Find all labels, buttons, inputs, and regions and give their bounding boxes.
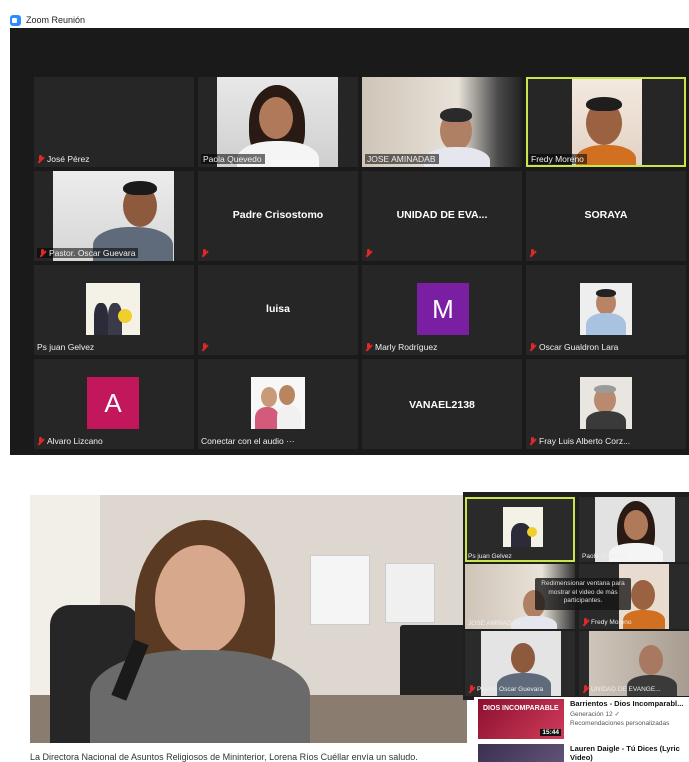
participant-display-name: Padre Crisostomo xyxy=(232,209,324,221)
video-caption: La Directora Nacional de Asuntos Religio… xyxy=(30,752,418,762)
participant-tile[interactable]: VANAEL2138 xyxy=(362,359,522,449)
participant-tile[interactable]: Padre Crisostomo xyxy=(198,171,358,261)
video-duration: 15:44 xyxy=(540,729,561,736)
muted-mic-icon xyxy=(201,249,208,258)
participant-tile[interactable]: José Pérez xyxy=(34,77,194,167)
video-thumbnail[interactable] xyxy=(478,744,564,762)
zoom-camera-icon xyxy=(10,14,21,26)
recommendation-reason: Recomendaciones personalizadas xyxy=(570,720,670,727)
participant-name xyxy=(529,249,536,258)
muted-mic-icon xyxy=(39,248,46,258)
recommendation-item[interactable]: DIOS INCOMPARABLE 15:44 Barrientos - Dio… xyxy=(474,697,689,739)
participant-display-name: luisa xyxy=(266,303,290,315)
zoom-gallery-view: José Pérez Paola Quevedo JOSE AMINADAB F… xyxy=(10,28,689,455)
muted-mic-icon xyxy=(365,249,372,258)
participant-tile[interactable]: Ps juan Gelvez xyxy=(34,265,194,355)
muted-mic-icon xyxy=(37,154,44,164)
participant-tile[interactable]: Paola Quevedo xyxy=(198,77,358,167)
participant-tile[interactable]: A Alvaro Lizcano xyxy=(34,359,194,449)
video-title[interactable]: Barrientos - Dios Incomparabl... xyxy=(570,699,688,708)
participant-name: Paola Quevedo xyxy=(201,154,265,164)
participant-tile[interactable]: Oscar Gualdron Lara xyxy=(526,265,686,355)
participant-tile[interactable]: Conectar con el audio ··· xyxy=(198,359,358,449)
participant-profile-picture xyxy=(580,283,632,335)
participant-name: Conectar con el audio ··· xyxy=(201,436,295,446)
muted-mic-icon xyxy=(529,342,536,352)
participant-tile[interactable]: Fray Luis Alberto Corz... xyxy=(526,359,686,449)
muted-mic-icon xyxy=(582,685,589,694)
participant-name: UNIDAD DE EVANGE... xyxy=(582,685,661,694)
muted-mic-icon xyxy=(582,618,589,627)
participant-name: Fredy Moreno xyxy=(529,154,587,164)
participant-name: Marly Rodríguez xyxy=(365,342,437,352)
recommendation-list: DIOS INCOMPARABLE 15:44 Barrientos - Dio… xyxy=(474,697,689,762)
window-title: Zoom Reunión xyxy=(26,15,86,25)
participant-name: Oscar Gualdron Lara xyxy=(529,342,618,352)
muted-mic-icon xyxy=(365,342,372,352)
window-titlebar: Zoom Reunión xyxy=(10,12,85,28)
participant-video xyxy=(572,79,642,165)
participant-name: Paola Quevedo xyxy=(582,553,627,560)
participant-name: Pastor. Oscar Guevara xyxy=(468,685,543,694)
participant-profile-picture xyxy=(251,377,305,429)
participant-avatar: M xyxy=(417,283,469,335)
video-thumbnail[interactable]: DIOS INCOMPARABLE 15:44 xyxy=(478,699,564,739)
participant-display-name: UNIDAD DE EVA... xyxy=(396,209,488,221)
participant-name: Pastor. Oscar Guevara xyxy=(37,248,139,258)
participant-tile[interactable]: luisa xyxy=(198,265,358,355)
participant-name: Fredy Moreno xyxy=(582,618,631,627)
participant-name: JOSE AMINADAB xyxy=(468,620,521,627)
participant-tile-active-speaker[interactable]: Fredy Moreno xyxy=(526,77,686,167)
recommendation-item[interactable]: Lauren Daigle - Tú Dices (Lyric Video) xyxy=(474,742,689,762)
channel-name[interactable]: Generación 12 ✓ xyxy=(570,711,620,719)
video-player[interactable] xyxy=(30,495,467,743)
participant-name: Fray Luis Alberto Corz... xyxy=(529,436,630,446)
participant-name: Ps juan Gelvez xyxy=(37,342,95,352)
resize-hint-tooltip: Redimensionar ventana para mostrar el vi… xyxy=(535,578,631,610)
participant-tile[interactable]: M Marly Rodríguez xyxy=(362,265,522,355)
muted-mic-icon xyxy=(468,685,475,694)
mini-participant-tile[interactable]: Ps juan Gelvez xyxy=(465,497,575,562)
participant-name xyxy=(365,249,372,258)
participant-name xyxy=(201,249,208,258)
participant-name xyxy=(201,343,208,352)
participant-tile[interactable]: SORAYA xyxy=(526,171,686,261)
mini-participant-tile[interactable]: Pastor. Oscar Guevara xyxy=(465,631,575,696)
video-title[interactable]: Lauren Daigle - Tú Dices (Lyric Video) xyxy=(570,744,688,762)
participant-profile-picture xyxy=(86,283,140,335)
participant-display-name: SORAYA xyxy=(584,209,628,221)
participant-name: Ps juan Gelvez xyxy=(468,553,512,560)
participant-display-name: VANAEL2138 xyxy=(409,399,475,411)
participant-name: JOSE AMINADAB xyxy=(365,154,439,164)
participant-tile[interactable]: JOSE AMINADAB xyxy=(362,77,522,167)
muted-mic-icon xyxy=(529,249,536,258)
muted-mic-icon xyxy=(37,436,44,446)
participant-name: Alvaro Lizcano xyxy=(37,436,103,446)
participant-name: José Pérez xyxy=(37,154,90,164)
participant-tile[interactable]: Pastor. Oscar Guevara xyxy=(34,171,194,261)
mini-participant-tile[interactable]: UNIDAD DE EVANGE... xyxy=(579,631,689,696)
muted-mic-icon xyxy=(529,436,536,446)
participant-profile-picture xyxy=(503,507,543,547)
participant-tile[interactable]: UNIDAD DE EVA... xyxy=(362,171,522,261)
muted-mic-icon xyxy=(201,343,208,352)
participant-avatar: A xyxy=(87,377,139,429)
mini-participant-tile[interactable]: Paola Quevedo xyxy=(579,497,689,562)
participant-profile-picture xyxy=(580,377,632,429)
